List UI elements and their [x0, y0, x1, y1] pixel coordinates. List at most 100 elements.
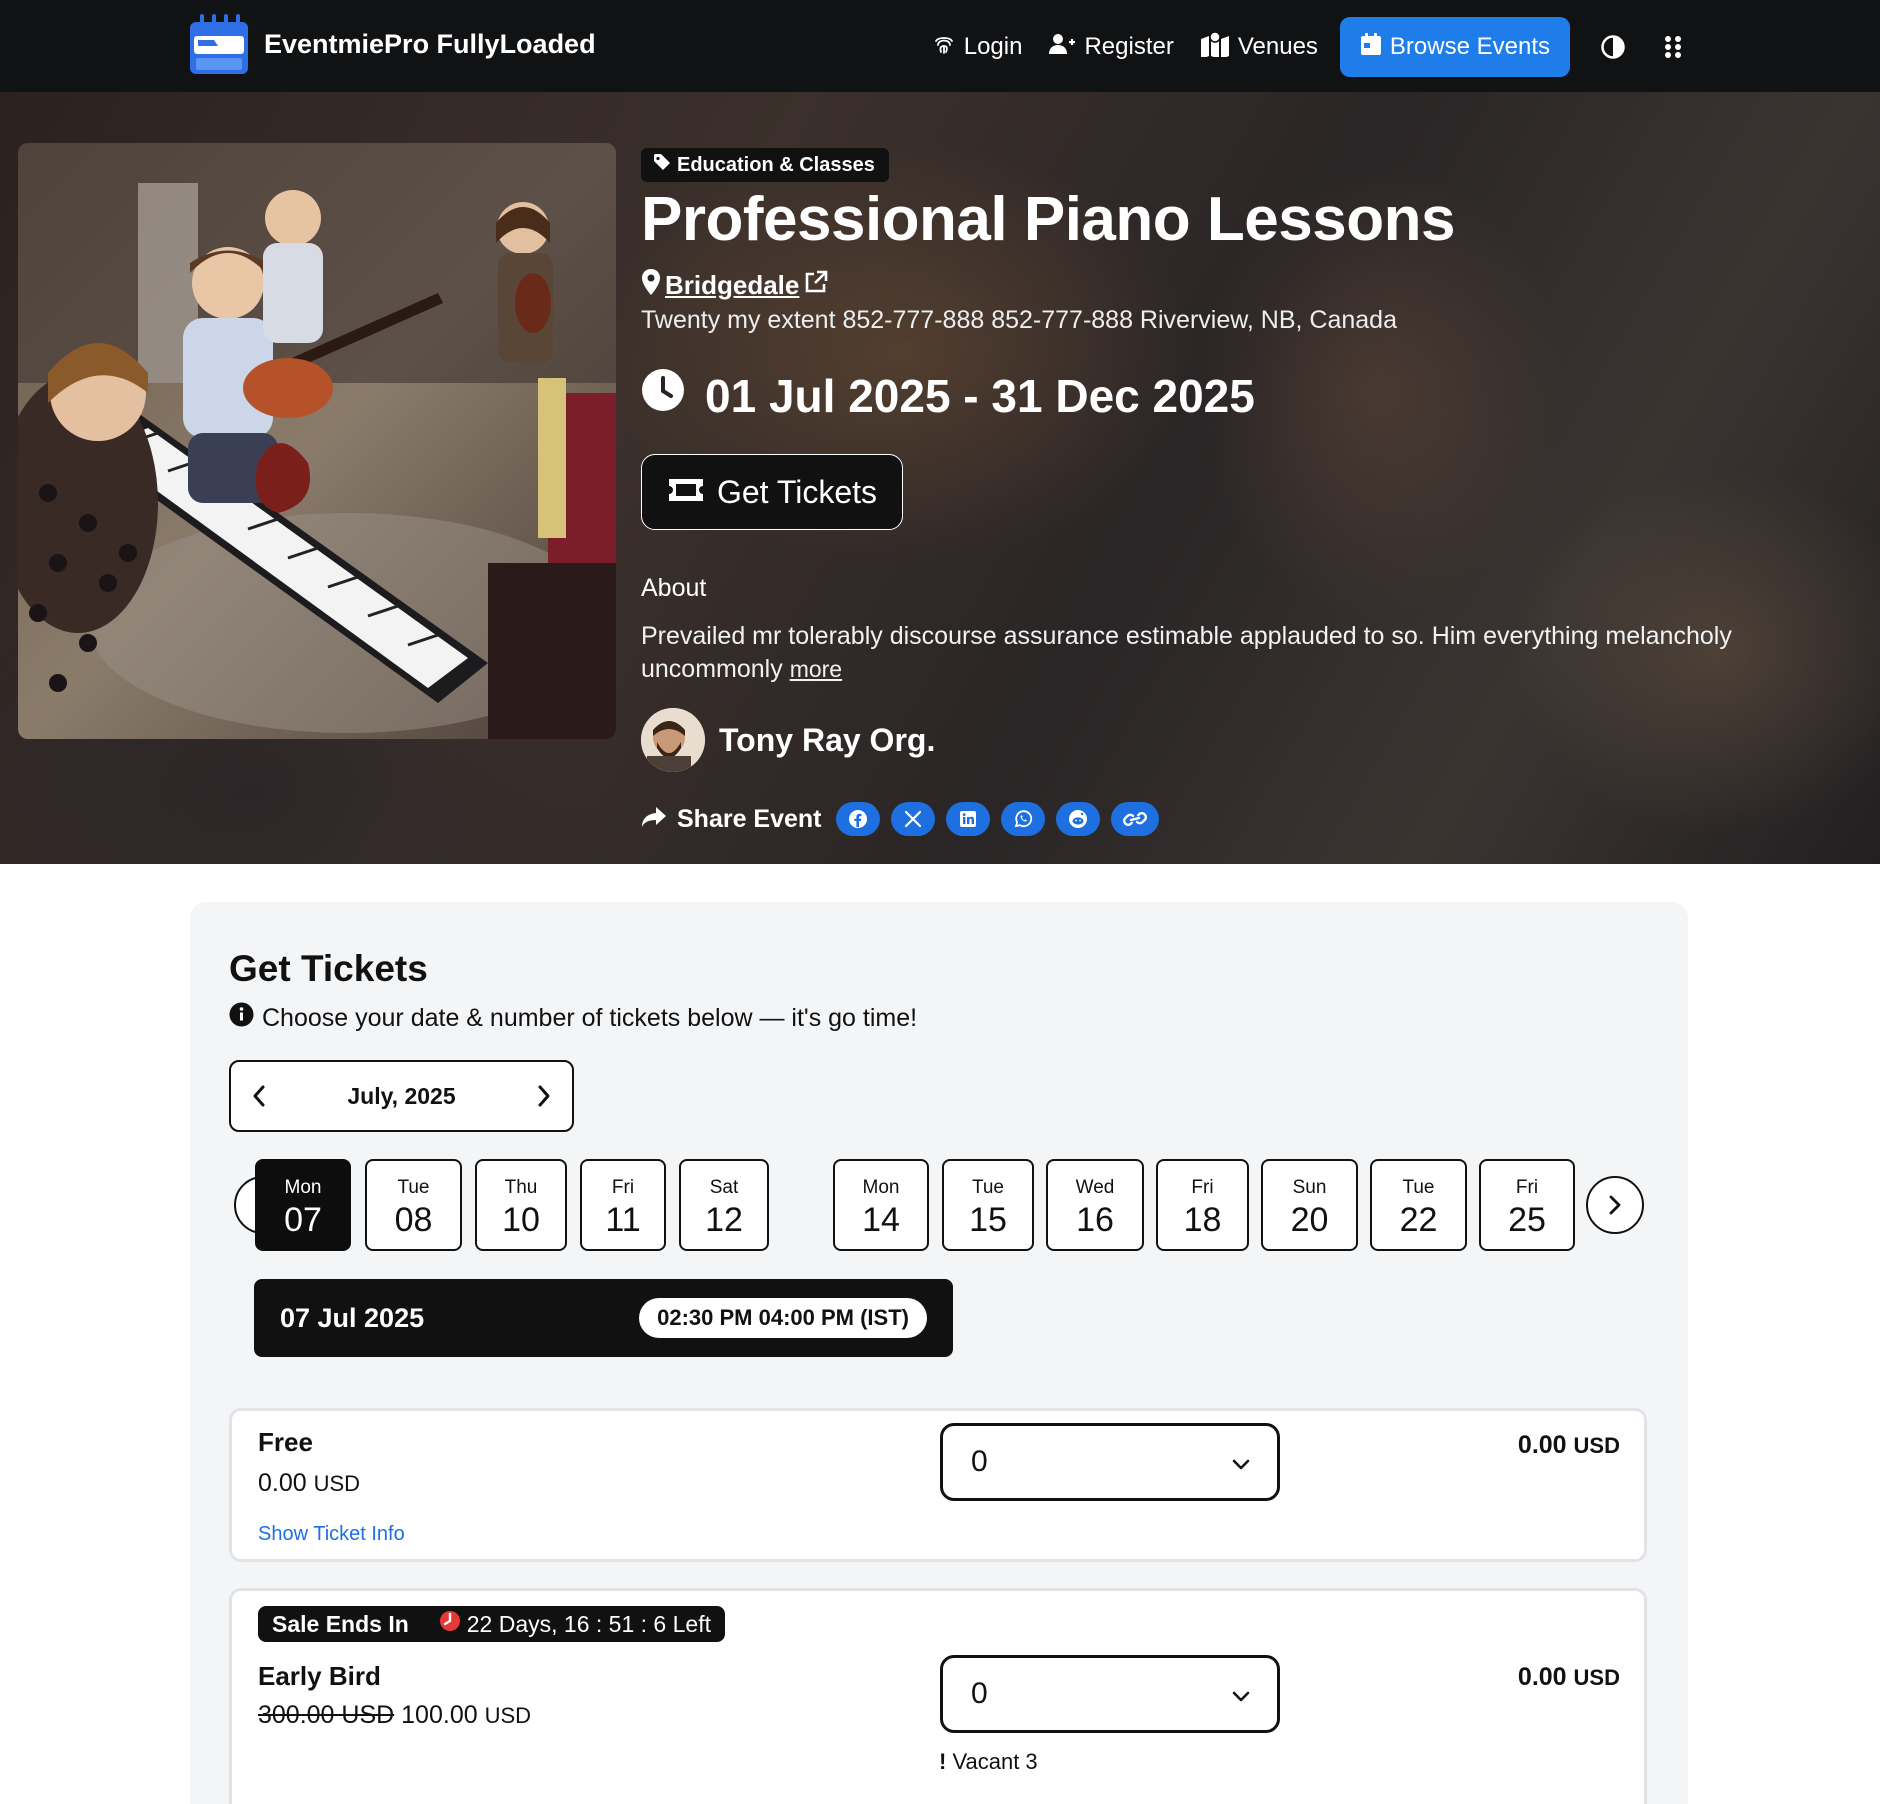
share-whatsapp-icon[interactable]	[1000, 802, 1045, 836]
date-number: 22	[1399, 1201, 1438, 1239]
venue-address: Twenty my extent 852-777-888 852-777-888…	[641, 306, 1397, 334]
share-label: Share Event	[677, 804, 822, 833]
ticket-row-early-bird: Sale Ends In 22 Days, 16 : 51 : 6 Left E…	[229, 1588, 1647, 1804]
vacant-seats: ! Vacant 3	[939, 1749, 1038, 1775]
browse-events-button[interactable]: Browse Events	[1339, 17, 1570, 77]
organizer-avatar	[641, 708, 705, 772]
date-number: 10	[502, 1201, 540, 1239]
date-option[interactable]: Sun 20	[1261, 1159, 1358, 1251]
ticket-quantity-select[interactable]: 0	[940, 1423, 1280, 1501]
date-number: 15	[969, 1201, 1007, 1239]
register-link[interactable]: Register	[1048, 32, 1174, 63]
date-weekday: Fri	[1191, 1177, 1214, 1198]
date-weekday: Fri	[1515, 1177, 1539, 1198]
date-option[interactable]: Sat 12	[679, 1159, 769, 1251]
chevron-down-icon	[1231, 1445, 1251, 1479]
date-weekday: Mon	[284, 1177, 322, 1198]
ticket-quantity-value: 0	[971, 1677, 988, 1710]
date-option[interactable]: Mon 07	[255, 1159, 351, 1251]
ticket-quantity-value: 0	[971, 1445, 988, 1478]
share-x-icon[interactable]	[890, 802, 935, 836]
external-link-icon	[803, 269, 829, 302]
apps-grid-icon[interactable]	[1664, 35, 1690, 59]
date-option[interactable]: Fri 11	[580, 1159, 666, 1251]
venues-label: Venues	[1237, 33, 1318, 60]
tag-icon	[653, 153, 677, 177]
info-icon	[229, 1002, 262, 1034]
ticket-name: Early Bird	[258, 1661, 381, 1691]
tickets-title: Get Tickets	[229, 948, 428, 989]
date-option[interactable]: Tue 08	[365, 1159, 462, 1251]
login-link[interactable]: Login	[932, 32, 1022, 63]
date-number: 20	[1290, 1201, 1329, 1239]
date-number: 18	[1183, 1201, 1222, 1239]
date-weekday: Tue	[971, 1177, 1005, 1198]
date-number: 07	[284, 1201, 322, 1239]
ticket-price-value: 0.00	[258, 1469, 307, 1497]
ticket-subtotal-value: 0.00	[1517, 1431, 1567, 1459]
date-option[interactable]: Wed 16	[1046, 1159, 1144, 1251]
map-pin-icon	[641, 268, 661, 303]
selected-date: 07 Jul 2025	[280, 1303, 425, 1333]
timer-icon	[439, 1610, 467, 1638]
venues-link[interactable]: Venues	[1200, 30, 1318, 64]
brand[interactable]: EventmiePro FullyLoaded	[188, 12, 596, 76]
vacant-seats-text: Vacant 3	[952, 1749, 1038, 1774]
brand-name: EventmiePro FullyLoaded	[264, 28, 596, 59]
date-weekday: Wed	[1075, 1177, 1115, 1198]
sale-ends-label: Sale Ends In	[272, 1610, 409, 1637]
ticket-subtotal: 0.00 USD	[1518, 1431, 1620, 1460]
ticket-subtotal-value: 0.00	[1517, 1663, 1567, 1691]
brand-logo-icon	[188, 12, 250, 76]
ticket-old-price: 300.00 USD	[258, 1701, 395, 1729]
category-label: Education & Classes	[677, 153, 875, 176]
next-dates-chevron-right-icon[interactable]	[1586, 1176, 1644, 1234]
event-hero: Education & Classes Professional Piano L…	[0, 92, 1880, 864]
ticket-price: 0.00 USD	[258, 1469, 360, 1498]
copy-link-icon[interactable]	[1110, 802, 1159, 836]
prev-month-chevron-left-icon[interactable]	[251, 1084, 267, 1108]
exclamation-icon: !	[939, 1749, 947, 1774]
date-option[interactable]: Mon 14	[833, 1159, 929, 1251]
date-option[interactable]: Fri 25	[1479, 1159, 1575, 1251]
show-ticket-info-link[interactable]: Show Ticket Info	[258, 1523, 405, 1546]
sale-countdown: 22 Days, 16 : 51 : 6 Left	[466, 1610, 711, 1637]
time-slot-option[interactable]: 02:30 PM 04:00 PM (IST)	[639, 1298, 927, 1338]
event-dates: 01 Jul 2025 - 31 Dec 2025	[641, 368, 1255, 423]
share-linkedin-icon[interactable]	[945, 802, 990, 836]
next-month-chevron-right-icon[interactable]	[536, 1084, 552, 1108]
fingerprint-icon	[932, 32, 964, 63]
ticket-subtotal-currency: USD	[1573, 1433, 1620, 1458]
theme-toggle-icon[interactable]	[1600, 34, 1634, 60]
date-number: 11	[605, 1201, 641, 1239]
ticket-price-currency: USD	[484, 1703, 532, 1728]
sale-ends-badge: Sale Ends In 22 Days, 16 : 51 : 6 Left	[258, 1606, 725, 1642]
selected-slot-bar: 07 Jul 2025 02:30 PM 04:00 PM (IST)	[254, 1279, 953, 1357]
date-option[interactable]: Tue 22	[1370, 1159, 1467, 1251]
ticket-row-free: Free 0.00 USD Show Ticket Info 0 0.00 US…	[229, 1408, 1647, 1562]
date-option[interactable]: Tue 15	[942, 1159, 1034, 1251]
ticket-quantity-select[interactable]: 0	[940, 1655, 1280, 1733]
ticket-price-value: 100.00	[401, 1701, 478, 1729]
date-number: 25	[1508, 1201, 1546, 1239]
date-weekday: Tue	[397, 1177, 430, 1198]
tickets-section: Get Tickets Choose your date & number of…	[190, 902, 1688, 1804]
date-option[interactable]: Thu 10	[475, 1159, 567, 1251]
category-badge[interactable]: Education & Classes	[641, 148, 889, 182]
share-facebook-icon[interactable]	[835, 802, 880, 836]
date-weekday: Tue	[1402, 1177, 1435, 1198]
ticket-name: Free	[258, 1427, 313, 1457]
hero-get-tickets-button[interactable]: Get Tickets	[641, 454, 903, 530]
calendar-icon	[1360, 32, 1390, 63]
date-number: 14	[862, 1201, 900, 1239]
ticket-price: 300.00 USD 100.00 USD	[258, 1701, 531, 1730]
ticket-subtotal: 0.00 USD	[1518, 1663, 1620, 1692]
date-weekday: Sun	[1292, 1177, 1327, 1198]
date-weekday: Thu	[504, 1177, 538, 1198]
share-reddit-icon[interactable]	[1055, 802, 1100, 836]
date-option[interactable]: Fri 18	[1156, 1159, 1249, 1251]
read-more-link[interactable]: more	[790, 656, 842, 682]
date-number: 08	[394, 1201, 433, 1239]
venue-link[interactable]: Bridgedale	[641, 268, 829, 303]
organizer[interactable]: Tony Ray Org.	[641, 708, 935, 772]
